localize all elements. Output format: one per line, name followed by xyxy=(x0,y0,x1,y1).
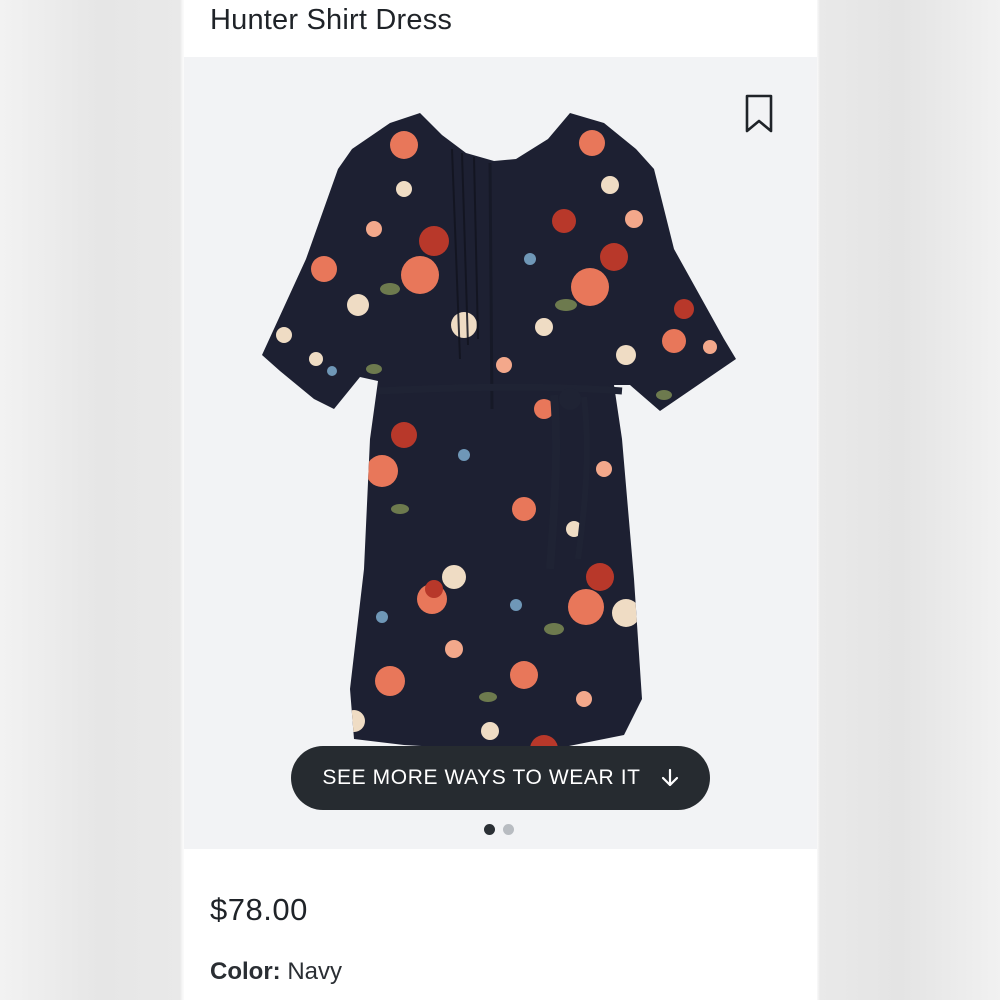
product-image xyxy=(262,113,736,749)
product-image-gallery[interactable]: SEE MORE WAYS TO WEAR IT xyxy=(184,57,817,849)
arrow-down-icon xyxy=(661,768,678,787)
product-page: Hunter Shirt Dress SEE MORE WAYS TO WEAR… xyxy=(184,0,817,1000)
see-more-ways-label: SEE MORE WAYS TO WEAR IT xyxy=(322,766,641,789)
carousel-indicator xyxy=(484,824,514,835)
bookmark-icon[interactable] xyxy=(744,94,774,134)
product-price: $78.00 xyxy=(210,892,308,927)
color-label: Color: xyxy=(210,958,281,985)
product-color: Color: Navy xyxy=(210,958,342,986)
carousel-dot-2[interactable] xyxy=(503,824,514,835)
see-more-ways-button[interactable]: SEE MORE WAYS TO WEAR IT xyxy=(291,746,710,810)
product-title: Hunter Shirt Dress xyxy=(210,4,453,36)
carousel-dot-1[interactable] xyxy=(484,824,495,835)
color-value: Navy xyxy=(287,958,343,985)
